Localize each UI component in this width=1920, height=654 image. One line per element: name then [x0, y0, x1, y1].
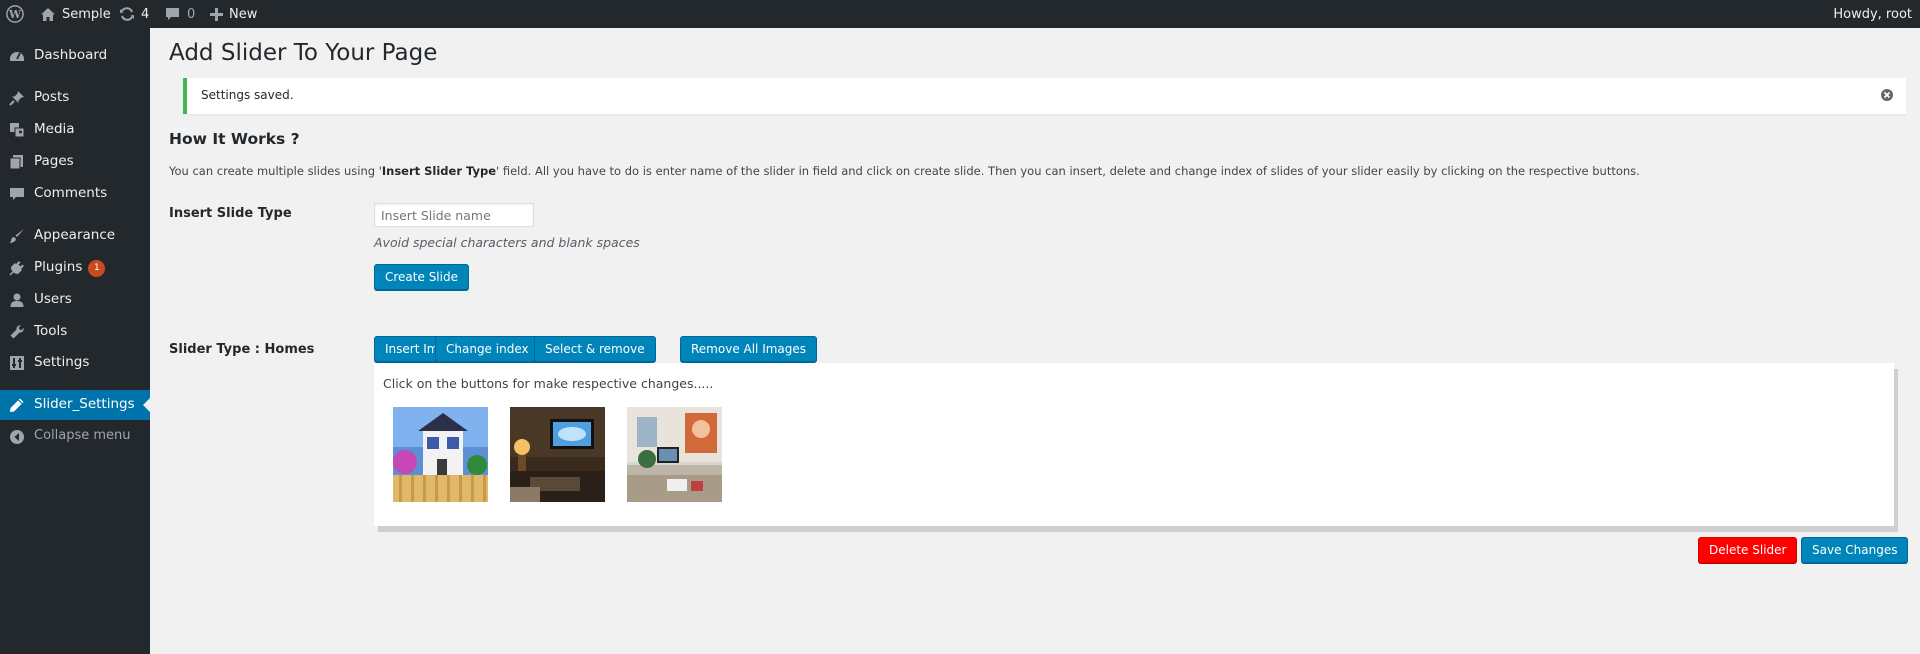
panel-hint: Click on the buttons for make respective… — [383, 376, 714, 391]
sidebar-item-users[interactable]: Users — [0, 285, 150, 315]
how-it-works-text: You can create multiple slides using 'In… — [169, 164, 1640, 178]
settings-saved-notice: Settings saved. — [183, 78, 1906, 114]
greeting: Howdy, root — [1833, 6, 1912, 22]
sidebar-item-label: Settings — [34, 354, 90, 370]
sidebar-item-plugins[interactable]: Plugins 1 — [0, 253, 150, 283]
sidebar-item-tools[interactable]: Tools — [0, 317, 150, 347]
sidebar-item-label: Plugins — [34, 259, 83, 275]
pencil-icon — [9, 397, 25, 413]
sidebar-item-label: Posts — [34, 89, 70, 105]
how-it-works-bold: Insert Slider Type — [381, 164, 497, 178]
insert-slide-type-label: Insert Slide Type — [169, 206, 292, 221]
comment-icon — [9, 186, 25, 202]
slider-type-label: Slider Type : Homes — [169, 342, 315, 357]
svg-text:W: W — [8, 8, 22, 21]
sidebar-item-dashboard[interactable]: Dashboard — [0, 41, 150, 71]
pages-icon — [9, 154, 25, 170]
slider-images-panel: Click on the buttons for make respective… — [374, 363, 1894, 526]
user-icon — [9, 292, 25, 308]
plugins-update-badge: 1 — [88, 260, 106, 277]
sidebar-item-slider-settings[interactable]: Slider_Settings — [0, 390, 151, 420]
notice-text: Settings saved. — [201, 88, 294, 102]
main-content: Add Slider To Your Page Settings saved. … — [150, 28, 1920, 654]
brush-icon — [9, 228, 25, 244]
create-slide-button[interactable]: Create Slide — [374, 264, 469, 290]
updates-count: 4 — [141, 6, 150, 22]
select-remove-button[interactable]: Select & remove — [534, 336, 656, 362]
wordpress-logo-icon[interactable]: W — [6, 0, 24, 28]
updates-link[interactable]: 4 — [119, 0, 149, 28]
delete-slider-button[interactable]: Delete Slider — [1698, 537, 1798, 563]
save-changes-button[interactable]: Save Changes — [1801, 537, 1909, 563]
wrench-icon — [9, 324, 25, 340]
sidebar-item-label: Dashboard — [34, 47, 108, 63]
site-name: Semple — [62, 6, 111, 22]
page-title: Add Slider To Your Page — [169, 40, 438, 66]
sidebar-item-appearance[interactable]: Appearance — [0, 221, 150, 251]
plug-icon — [9, 260, 25, 276]
slide-thumbnail-living-room[interactable] — [510, 407, 605, 502]
sidebar-item-comments[interactable]: Comments — [0, 179, 150, 209]
sidebar-item-label: Tools — [34, 323, 68, 339]
dismiss-notice-icon[interactable] — [1880, 87, 1894, 101]
sidebar-item-posts[interactable]: Posts — [0, 83, 150, 113]
sidebar-item-media[interactable]: Media — [0, 115, 150, 145]
media-icon — [9, 122, 25, 138]
new-label: New — [229, 6, 258, 22]
how-it-works-heading: How It Works ? — [169, 130, 300, 148]
remove-all-images-button[interactable]: Remove All Images — [680, 336, 818, 362]
dashboard-icon — [9, 48, 25, 64]
sidebar-item-label: Comments — [34, 185, 108, 201]
home-icon — [40, 7, 56, 22]
sidebar-item-label: Collapse menu — [34, 428, 131, 443]
sidebar-item-label: Users — [34, 291, 72, 307]
slide-name-input[interactable] — [374, 203, 534, 227]
pin-icon — [9, 90, 25, 106]
update-icon — [119, 6, 135, 22]
plus-icon — [210, 7, 223, 21]
sidebar-item-settings[interactable]: Settings — [0, 348, 150, 378]
slide-thumbnail-house[interactable] — [393, 407, 488, 502]
new-content-link[interactable]: New — [210, 0, 257, 28]
comments-link[interactable]: 0 — [165, 0, 195, 28]
sidebar-item-label: Pages — [34, 153, 74, 169]
admin-sidebar: Dashboard Posts Media Pages Comments App… — [0, 28, 151, 654]
comments-count: 0 — [187, 6, 196, 22]
settings-icon — [9, 355, 25, 371]
sidebar-item-label: Slider_Settings — [34, 396, 135, 412]
sidebar-item-label: Media — [34, 121, 75, 137]
admin-bar: W Semple 4 0 New Howdy, root — [0, 0, 1920, 28]
collapse-menu-button[interactable]: Collapse menu — [0, 422, 150, 452]
sidebar-item-pages[interactable]: Pages — [0, 147, 150, 177]
collapse-icon — [9, 429, 25, 445]
comment-icon — [165, 7, 180, 21]
sidebar-item-label: Appearance — [34, 227, 116, 243]
site-name-link[interactable]: Semple — [40, 0, 111, 28]
account-menu[interactable]: Howdy, root — [1833, 0, 1912, 28]
slide-thumbnail-office[interactable] — [627, 407, 722, 502]
slide-name-hint: Avoid special characters and blank space… — [374, 235, 640, 250]
change-index-button[interactable]: Change index — [435, 336, 540, 362]
